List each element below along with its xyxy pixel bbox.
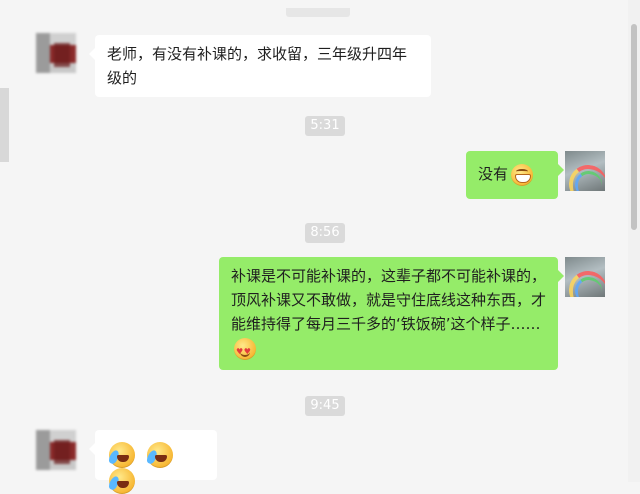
scrollbar-thumb[interactable] (631, 24, 637, 230)
message-text: 老师，有没有补课的，求收留，三年级升四年级的 (107, 45, 408, 87)
chat-window: 老师，有没有补课的，求收留，三年级升四年级的 5:31 没有 8:56 补课是不… (0, 0, 640, 494)
crying-laughing-face-icon (109, 468, 135, 494)
message-text: 没有 (478, 165, 509, 183)
contact-avatar[interactable] (36, 430, 76, 470)
message-text: 补课是不可能补课的，这辈子都不可能补课的，顶风补课又不敢做，就是守住底线这种东西… (231, 267, 547, 333)
outgoing-message-bubble[interactable]: 补课是不可能补课的，这辈子都不可能补课的，顶风补课又不敢做，就是守住底线这种东西… (219, 257, 564, 370)
timestamp: 5:31 (305, 116, 345, 136)
timestamp: 9:45 (305, 396, 345, 416)
timestamp: 8:56 (305, 223, 345, 243)
left-panel-edge (0, 88, 9, 162)
my-avatar[interactable] (565, 257, 605, 297)
crying-laughing-face-icon (147, 442, 173, 468)
crying-laughing-face-icon (109, 442, 135, 468)
incoming-message-bubble[interactable]: 老师，有没有补课的，求收留，三年级升四年级的 (89, 35, 431, 97)
my-avatar[interactable] (565, 151, 605, 191)
heart-eyes-face-icon (234, 337, 256, 364)
contact-avatar[interactable] (36, 33, 76, 73)
grinning-face-icon (511, 163, 534, 186)
scrollbar[interactable] (628, 0, 640, 482)
previous-message-edge (286, 8, 350, 17)
incoming-emoji-bubble[interactable] (89, 430, 217, 494)
outgoing-message-bubble[interactable]: 没有 (466, 151, 564, 199)
